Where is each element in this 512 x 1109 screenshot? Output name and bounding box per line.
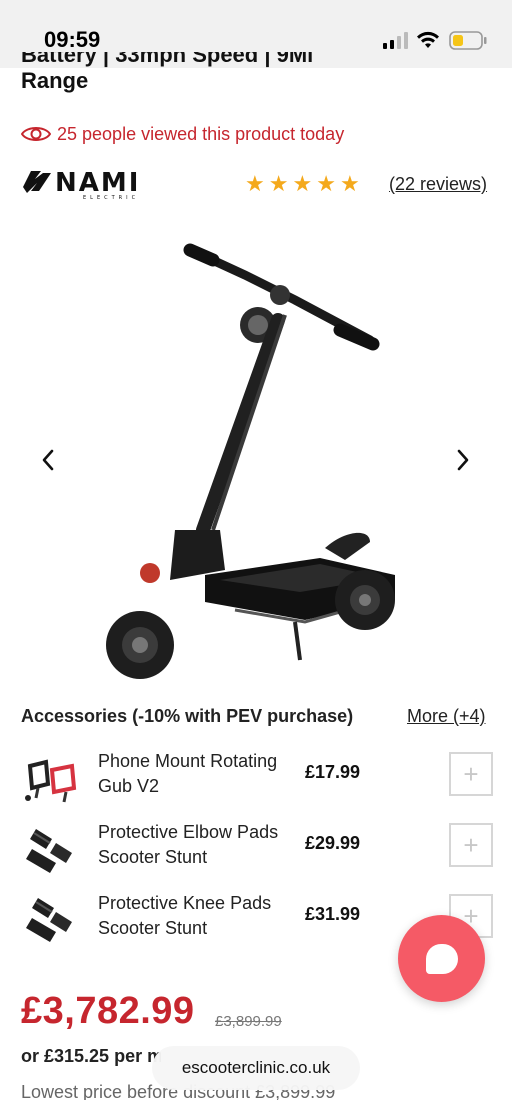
- elbow-pads-thumbnail: [26, 829, 72, 873]
- browser-url-bar[interactable]: escooterclinic.co.uk: [152, 1046, 360, 1090]
- star-icon: ★: [339, 171, 360, 196]
- reviews-link[interactable]: (22 reviews): [389, 174, 487, 195]
- star-icon: ★: [245, 171, 265, 196]
- wifi-icon: [417, 31, 439, 48]
- accessory-item: Protective Elbow Pads Scooter Stunt £29.…: [0, 820, 512, 884]
- product-gallery: [0, 215, 512, 685]
- viewed-text: 25 people viewed this product today: [57, 123, 345, 144]
- accessories-header: Accessories (-10% with PEV purchase): [21, 706, 354, 726]
- accessory-name[interactable]: Protective Knee Pads Scooter Stunt: [98, 891, 298, 941]
- accessory-name[interactable]: Protective Elbow Pads Scooter Stunt: [98, 820, 298, 870]
- knee-pads-thumbnail: [26, 898, 72, 942]
- gallery-prev-button[interactable]: [33, 445, 63, 475]
- plus-icon: +: [463, 829, 479, 860]
- plus-icon: +: [463, 758, 479, 789]
- product-title: Battery | 33mph Speed | 9Mi Range: [21, 52, 491, 94]
- accessory-name[interactable]: Phone Mount Rotating Gub V2: [98, 749, 298, 799]
- chevron-left-icon: [42, 449, 54, 471]
- brand-name-text: NAMI: [55, 168, 140, 198]
- brand-sub-text: ELECTRIC: [83, 195, 139, 201]
- star-icon: ★: [316, 171, 336, 196]
- accessories-more-link[interactable]: More (+4): [407, 706, 486, 727]
- nami-brand-logo: NAMI ELECTRIC: [23, 168, 140, 201]
- accessory-price: £29.99: [305, 833, 361, 853]
- star-icon: ★: [268, 171, 289, 196]
- viewed-counter: 25 people viewed this product today: [21, 122, 344, 146]
- gallery-next-button[interactable]: [448, 445, 478, 475]
- original-price: £3,899.99: [215, 1013, 282, 1030]
- scooter-product-image[interactable]: [95, 230, 415, 680]
- product-price: £3,782.99: [21, 990, 195, 1032]
- phone-mount-thumbnail: [25, 759, 77, 803]
- product-title-line1: Battery | 33mph Speed | 9Mi: [21, 52, 314, 67]
- accessory-price: £17.99: [305, 762, 361, 782]
- signal-icon: [383, 32, 408, 49]
- chevron-right-icon: [457, 449, 469, 471]
- accessory-price: £31.99: [305, 904, 361, 924]
- eye-icon: [21, 127, 51, 141]
- url-text: escooterclinic.co.uk: [181, 1058, 331, 1077]
- chat-bubble-icon: [425, 943, 458, 974]
- add-accessory-button[interactable]: +: [449, 752, 493, 796]
- chat-button[interactable]: [398, 915, 485, 1002]
- product-title-line2: Range: [21, 68, 89, 93]
- battery-icon: [449, 31, 487, 50]
- rating-stars: ★ ★ ★ ★ ★: [245, 172, 360, 196]
- home-indicator-area: [0, 1100, 512, 1109]
- status-time: 09:59: [44, 27, 101, 52]
- accessory-item: Phone Mount Rotating Gub V2 £17.99 +: [0, 749, 512, 813]
- add-accessory-button[interactable]: +: [449, 823, 493, 867]
- finance-per-month: or £315.25 per m: [21, 1046, 161, 1066]
- star-icon: ★: [292, 171, 313, 196]
